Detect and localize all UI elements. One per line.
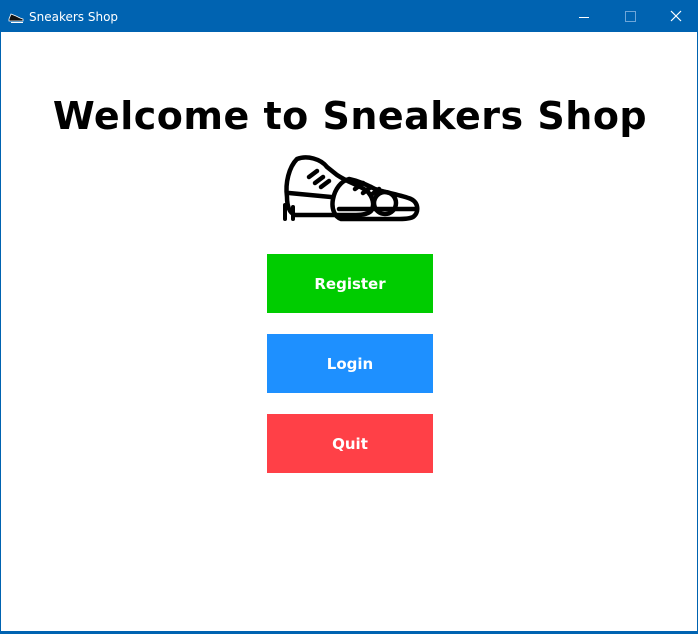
sneaker-icon <box>283 155 420 222</box>
close-icon <box>670 10 682 22</box>
title-bar[interactable]: Sneakers Shop <box>1 1 697 32</box>
maximize-icon <box>625 11 636 22</box>
login-button[interactable]: Login <box>267 334 433 393</box>
welcome-heading: Welcome to Sneakers Shop <box>52 94 648 138</box>
register-button[interactable]: Register <box>267 254 433 313</box>
window-title: Sneakers Shop <box>29 10 119 24</box>
app-window: Sneakers Shop Welcome to Sneakers Shop R… <box>0 0 698 634</box>
window-bottom-border <box>1 631 697 633</box>
sneaker-icon <box>8 13 24 23</box>
maximize-button[interactable] <box>607 1 653 32</box>
close-button[interactable] <box>652 1 698 32</box>
minimize-icon <box>579 17 589 18</box>
minimize-button[interactable] <box>561 1 607 32</box>
quit-button[interactable]: Quit <box>267 414 433 473</box>
